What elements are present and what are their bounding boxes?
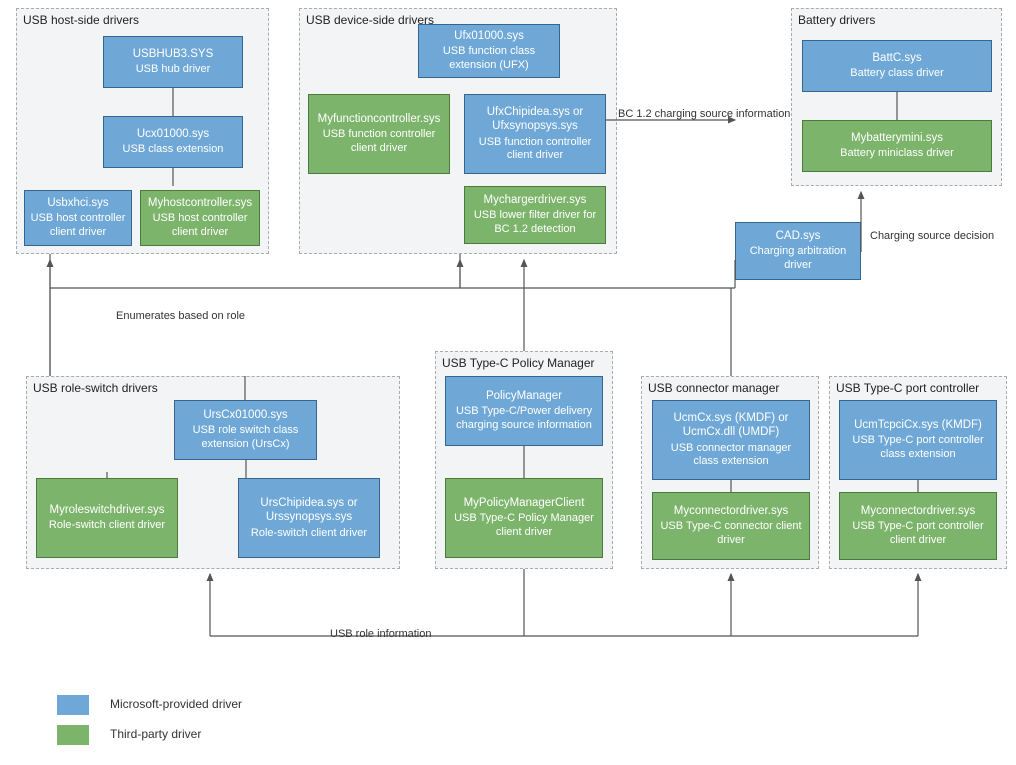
- box-title: UrsCx01000.sys: [179, 408, 312, 422]
- box-mybatt: Mybatterymini.sys Battery miniclass driv…: [802, 120, 992, 172]
- box-subtitle: Role-switch client driver: [41, 519, 173, 533]
- box-ucmcx: UcmCx.sys (KMDF) or UcmCx.dll (UMDF) USB…: [652, 400, 810, 480]
- box-subtitle: USB host controller client driver: [29, 212, 127, 240]
- box-myconn: Myconnectordriver.sys USB Type-C connect…: [652, 492, 810, 560]
- box-subtitle: Battery miniclass driver: [807, 147, 987, 161]
- group-title-policy: USB Type-C Policy Manager: [442, 356, 595, 370]
- legend-tp-label: Third-party driver: [110, 727, 201, 741]
- box-policymgr: PolicyManager USB Type-C/Power delivery …: [445, 376, 603, 446]
- box-mypolicy: MyPolicyManagerClient USB Type-C Policy …: [445, 478, 603, 558]
- box-usbhub3: USBHUB3.SYS USB hub driver: [103, 36, 243, 88]
- box-title: Myconnectordriver.sys: [844, 504, 992, 518]
- box-subtitle: USB lower filter driver for BC 1.2 detec…: [469, 209, 601, 237]
- box-myrolesw: Myroleswitchdriver.sys Role-switch clien…: [36, 478, 178, 558]
- box-title: UfxChipidea.sys or Ufxsynopsys.sys: [469, 105, 601, 134]
- box-title: UcmTcpciCx.sys (KMDF): [844, 418, 992, 432]
- edge-label-bc12: BC 1.2 charging source information: [618, 108, 790, 120]
- edge-label-chgsrc: Charging source decision: [870, 230, 994, 242]
- box-ufxchip: UfxChipidea.sys or Ufxsynopsys.sys USB f…: [464, 94, 606, 174]
- box-subtitle: Role-switch client driver: [243, 527, 375, 541]
- group-title-device: USB device-side drivers: [306, 13, 434, 27]
- box-urscx: UrsCx01000.sys USB role switch class ext…: [174, 400, 317, 460]
- box-battc: BattC.sys Battery class driver: [802, 40, 992, 92]
- box-subtitle: USB function class extension (UFX): [423, 45, 555, 73]
- box-mycharger: Mychargerdriver.sys USB lower filter dri…: [464, 186, 606, 244]
- box-myconn2: Myconnectordriver.sys USB Type-C port co…: [839, 492, 997, 560]
- box-ufx: Ufx01000.sys USB function class extensio…: [418, 24, 560, 78]
- box-urschip: UrsChipidea.sys or Urssynopsys.sys Role-…: [238, 478, 380, 558]
- box-subtitle: USB role switch class extension (UrsCx): [179, 424, 312, 452]
- box-title: BattC.sys: [807, 51, 987, 65]
- box-title: UrsChipidea.sys or Urssynopsys.sys: [243, 496, 375, 525]
- box-title: Mybatterymini.sys: [807, 131, 987, 145]
- box-title: USBHUB3.SYS: [108, 47, 238, 61]
- edge-label-enum: Enumerates based on role: [116, 310, 245, 322]
- box-title: PolicyManager: [450, 389, 598, 403]
- box-title: Myconnectordriver.sys: [657, 504, 805, 518]
- box-myhostctrl: Myhostcontroller.sys USB host controller…: [140, 190, 260, 246]
- box-subtitle: USB hub driver: [108, 63, 238, 77]
- box-subtitle: USB Type-C port controller class extensi…: [844, 434, 992, 462]
- box-title: UcmCx.sys (KMDF) or UcmCx.dll (UMDF): [657, 411, 805, 440]
- group-title-connmgr: USB connector manager: [648, 381, 779, 395]
- edge-label-roleinfo: USB role information: [330, 628, 432, 640]
- group-title-role: USB role-switch drivers: [33, 381, 158, 395]
- box-subtitle: USB Type-C/Power delivery charging sourc…: [450, 405, 598, 433]
- box-title: Usbxhci.sys: [29, 196, 127, 210]
- group-title-battery: Battery drivers: [798, 13, 875, 27]
- box-usbxhci: Usbxhci.sys USB host controller client d…: [24, 190, 132, 246]
- box-title: Myroleswitchdriver.sys: [41, 503, 173, 517]
- box-title: CAD.sys: [740, 229, 856, 243]
- box-subtitle: USB function controller client driver: [313, 128, 445, 156]
- legend-tp-swatch: [56, 724, 90, 746]
- legend-ms-label: Microsoft-provided driver: [110, 697, 242, 711]
- box-ucmtcpci: UcmTcpciCx.sys (KMDF) USB Type-C port co…: [839, 400, 997, 480]
- box-subtitle: USB Type-C Policy Manager client driver: [450, 512, 598, 540]
- box-ucx: Ucx01000.sys USB class extension: [103, 116, 243, 168]
- box-title: Ucx01000.sys: [108, 127, 238, 141]
- box-title: Myhostcontroller.sys: [145, 196, 255, 210]
- box-subtitle: Battery class driver: [807, 67, 987, 81]
- box-title: Ufx01000.sys: [423, 29, 555, 43]
- box-title: MyPolicyManagerClient: [450, 496, 598, 510]
- legend-ms-swatch: [56, 694, 90, 716]
- group-title-portctrl: USB Type-C port controller: [836, 381, 979, 395]
- box-subtitle: USB function controller client driver: [469, 136, 601, 164]
- group-title-host: USB host-side drivers: [23, 13, 139, 27]
- box-title: Myfunctioncontroller.sys: [313, 112, 445, 126]
- box-subtitle: USB class extension: [108, 143, 238, 157]
- box-subtitle: USB Type-C connector client driver: [657, 520, 805, 548]
- box-cad: CAD.sys Charging arbitration driver: [735, 222, 861, 280]
- box-subtitle: USB connector manager class extension: [657, 442, 805, 470]
- box-title: Mychargerdriver.sys: [469, 193, 601, 207]
- box-subtitle: Charging arbitration driver: [740, 245, 856, 273]
- box-subtitle: USB host controller client driver: [145, 212, 255, 240]
- box-myfuncctrl: Myfunctioncontroller.sys USB function co…: [308, 94, 450, 174]
- box-subtitle: USB Type-C port controller client driver: [844, 520, 992, 548]
